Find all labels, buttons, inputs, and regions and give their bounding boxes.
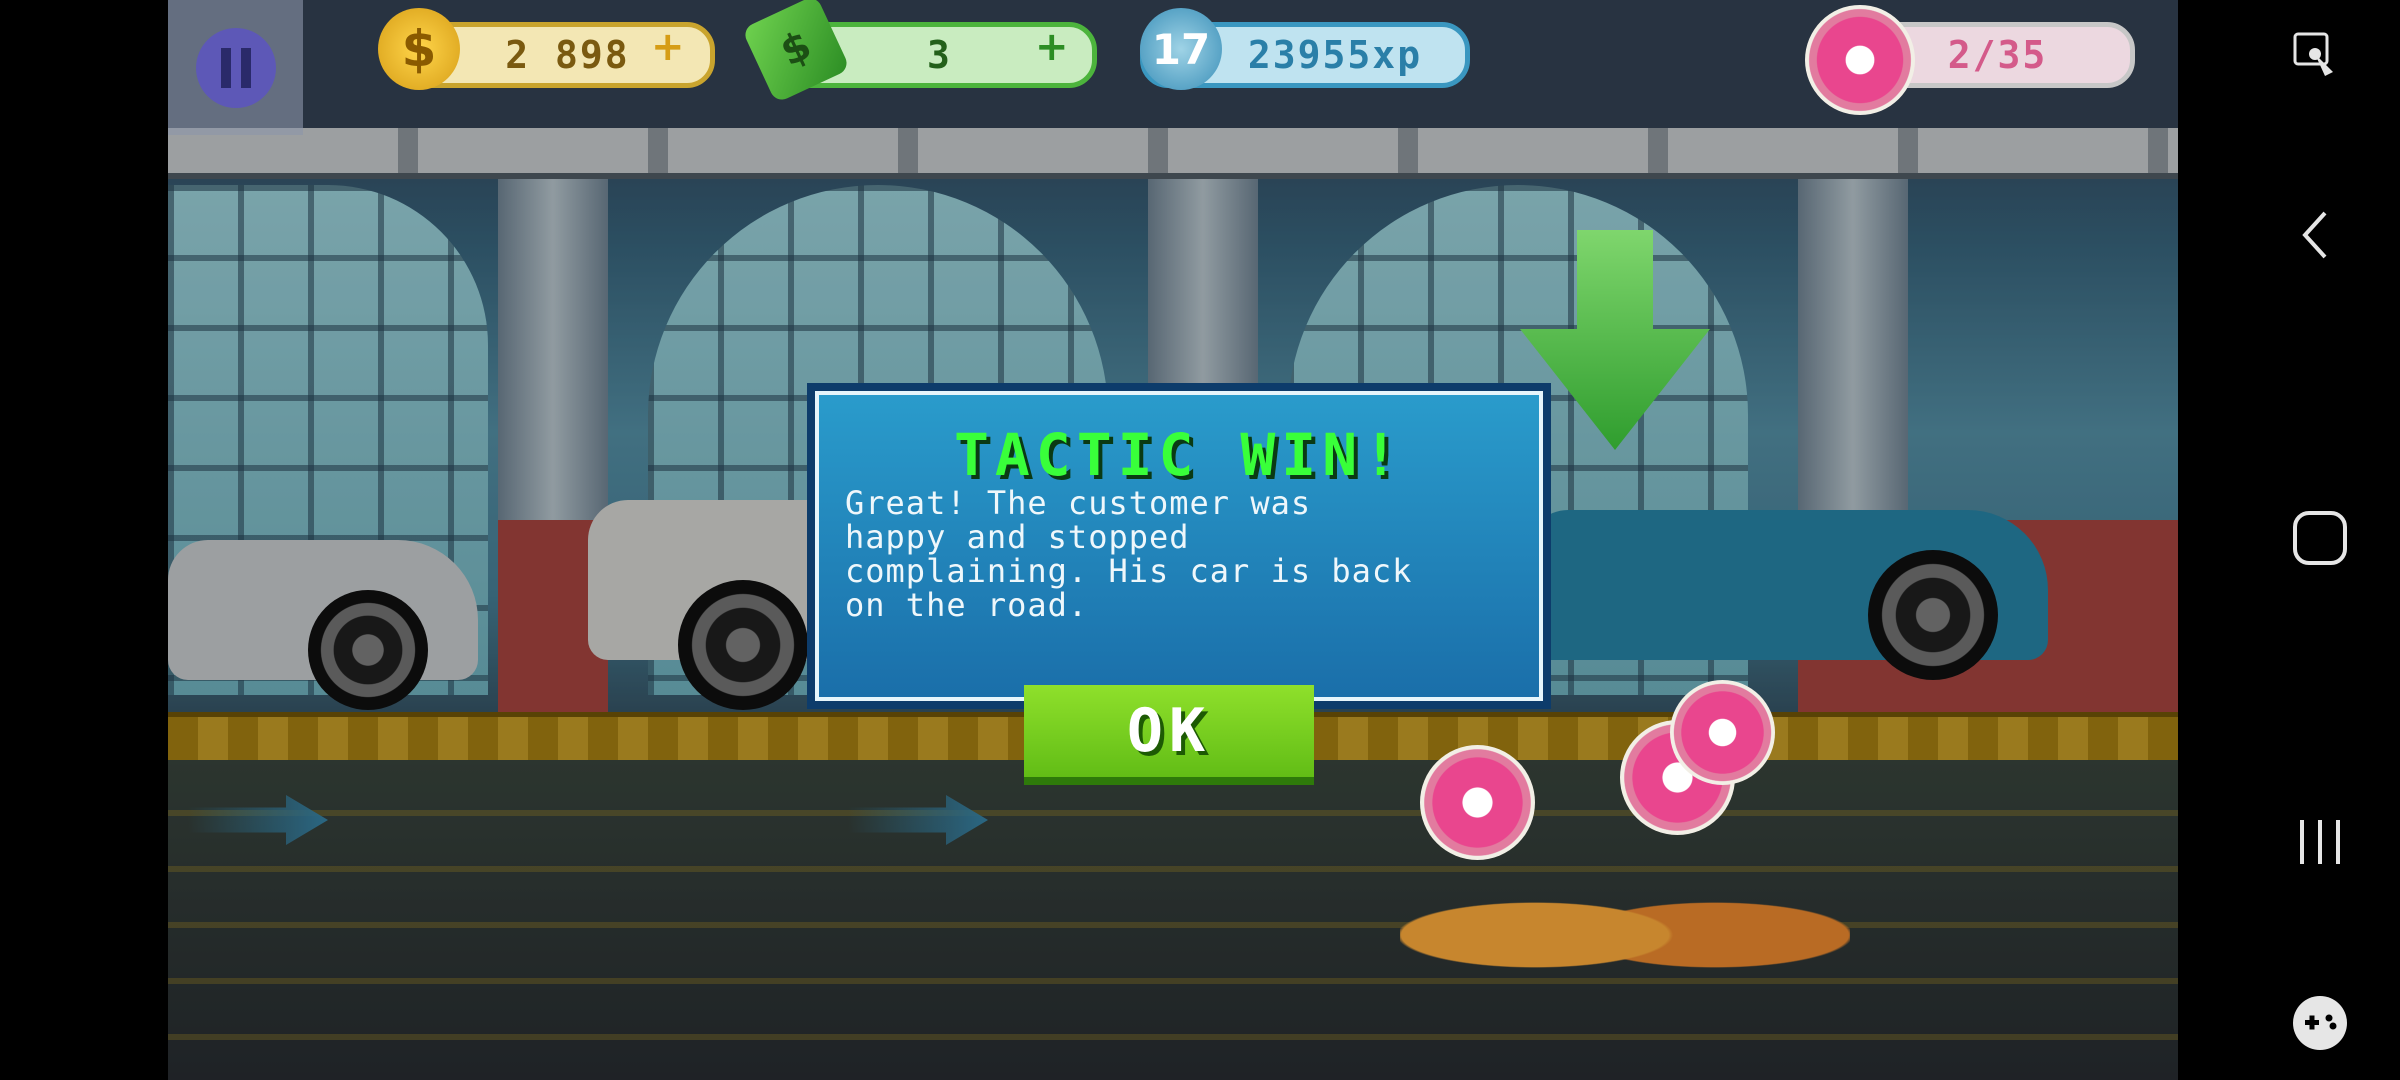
tactic-win-dialog: TACTIC WIN! Great! The customer was happ… [807,383,1551,709]
recents-bars-glyph [2300,820,2340,864]
donut-reward-icon[interactable] [1420,745,1535,860]
donut-reward-icon[interactable] [1670,680,1775,785]
cash-value: 3 [927,33,952,77]
screen-touch-icon[interactable] [2290,28,2340,88]
home-square-glyph [2293,511,2347,565]
donut-value: 2/35 [1947,33,2048,77]
add-cash-button[interactable]: + [1035,24,1069,70]
donut-icon [1805,5,1915,115]
xp-value: 23955xp [1247,33,1423,77]
ok-button[interactable]: OK [1024,685,1314,785]
system-navigation-bar [2178,0,2400,1080]
coins-value: 2 898 [505,33,630,77]
recents-icon[interactable] [2290,812,2350,872]
pause-icon [195,27,276,108]
back-icon[interactable] [2290,205,2340,265]
add-coins-button[interactable]: + [651,24,685,70]
coin-icon: $ [378,8,460,90]
screen-touch-glyph [2293,32,2333,76]
dialog-message: Great! The customer was happy and stoppe… [845,484,1413,624]
game-tools-icon[interactable] [2290,993,2350,1053]
pause-button[interactable] [168,0,303,135]
home-icon[interactable] [2290,508,2350,568]
back-chevron-glyph [2302,211,2327,259]
gamepad-glyph [2293,996,2347,1050]
mechanics-workers [1400,860,1850,1010]
level-star-badge-icon: 17 [1140,8,1222,90]
dialog-title: TACTIC WIN! [953,421,1405,489]
level-value: 17 [1151,24,1211,74]
